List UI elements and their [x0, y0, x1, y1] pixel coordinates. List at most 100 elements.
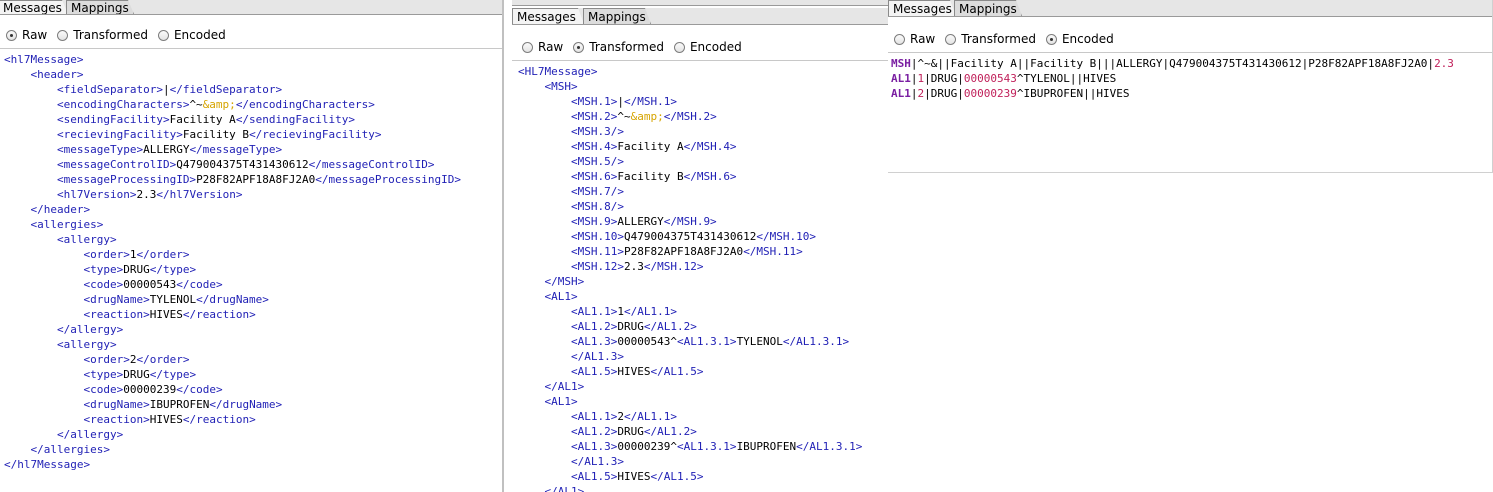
transformed-radio[interactable]: Transformed: [945, 32, 1036, 46]
code-line: </AL1>: [518, 379, 888, 394]
code-text: 00000239: [963, 87, 1017, 100]
xml-tag: </fieldSeparator>: [169, 83, 283, 96]
code-line: <MSH.7/>: [518, 184, 888, 199]
code-line: <drugName>TYLENOL</drugName>: [4, 292, 502, 307]
tab-bar: Messages Mappings: [0, 0, 502, 15]
xml-tag: <messageType>: [56, 143, 144, 156]
code-text: HIVES: [149, 413, 183, 426]
raw-radio[interactable]: Raw: [6, 28, 47, 42]
xml-tag: </code>: [176, 383, 223, 396]
xml-tag: </type>: [149, 263, 197, 276]
code-line: <AL1>: [518, 394, 888, 409]
code-text: IBUPROFEN: [736, 440, 797, 453]
encoded-radio[interactable]: Encoded: [157, 28, 226, 42]
code-text: ALLERGY: [617, 215, 664, 228]
segment-name: AL1: [891, 72, 911, 85]
tab-mappings[interactable]: Mappings: [583, 8, 651, 24]
tab-messages[interactable]: Messages: [0, 0, 68, 14]
xml-tag: </AL1.3.1>: [796, 440, 863, 453]
xml-tag: </MSH.12>: [643, 260, 704, 273]
tab-messages[interactable]: Messages: [512, 8, 584, 24]
code-text: |: [910, 87, 918, 100]
code-line: <messageType>ALLERGY</messageType>: [4, 142, 502, 157]
code-text: 00000543: [123, 278, 177, 291]
code-line: <AL1.5>HIVES</AL1.5>: [518, 469, 888, 484]
code-line: </header>: [4, 202, 502, 217]
encoded-radio[interactable]: Encoded: [1045, 32, 1114, 46]
code-line: <reaction>HIVES</reaction>: [4, 307, 502, 322]
raw-radio[interactable]: Raw: [522, 40, 563, 54]
code-text: HIVES: [617, 365, 651, 378]
message-text-area[interactable]: <HL7Message> <MSH> <MSH.1>|</MSH.1> <MSH…: [512, 60, 888, 492]
transformed-radio[interactable]: Transformed: [573, 40, 664, 54]
code-text: |DRUG|: [924, 72, 964, 85]
transformed-radio[interactable]: Transformed: [57, 28, 148, 42]
code-line: <recievingFacility>Facility B</recieving…: [4, 127, 502, 142]
xml-tag: <HL7Message>: [518, 65, 598, 78]
xml-tag: <MSH.10>: [570, 230, 624, 243]
xml-tag: </AL1.5>: [650, 470, 704, 483]
code-line: <AL1.2>DRUG</AL1.2>: [518, 319, 888, 334]
tab-messages[interactable]: Messages: [888, 0, 956, 16]
xml-tag: <reaction>: [83, 308, 150, 321]
message-text-area[interactable]: <hl7Message> <header> <fieldSeparator>|<…: [0, 48, 502, 492]
xml-tag: </allergy>: [56, 323, 124, 336]
code-text: DRUG: [617, 320, 644, 333]
xml-tag: <messageProcessingID>: [56, 173, 197, 186]
view-mode-radios: Raw Transformed Encoded: [6, 24, 502, 46]
raw-radio[interactable]: Raw: [894, 32, 935, 46]
xml-tag: </allergy>: [56, 428, 124, 441]
tab-mappings[interactable]: Mappings: [66, 0, 134, 14]
xml-tag: <code>: [83, 278, 124, 291]
xml-tag: <allergy>: [56, 233, 117, 246]
xml-tag: <AL1.2>: [570, 320, 618, 333]
xml-tag: <AL1.3.1>: [676, 440, 737, 453]
code-text: |^~&||Facility A||Facility B|||ALLERGY|Q…: [910, 57, 1435, 70]
code-text: 2: [617, 410, 624, 423]
code-line: <order>1</order>: [4, 247, 502, 262]
transformed-message-panel: Messages Mappings Raw Transformed Encode…: [512, 0, 888, 492]
code-line: <order>2</order>: [4, 352, 502, 367]
xml-tag: </header>: [30, 203, 91, 216]
xml-tag: <AL1.5>: [570, 470, 618, 483]
xml-tag: </MSH.11>: [743, 245, 803, 258]
code-line: <AL1.3>00000543^<AL1.3.1>TYLENOL</AL1.3.…: [518, 334, 888, 349]
xml-tag: <order>: [83, 248, 130, 261]
code-text: 2.3: [1434, 57, 1454, 70]
code-text: DRUG: [617, 425, 644, 438]
tab-mappings[interactable]: Mappings: [954, 0, 1022, 16]
panel-divider[interactable]: [502, 0, 504, 492]
code-line: </hl7Message>: [4, 457, 502, 472]
xml-tag: <AL1>: [544, 290, 578, 303]
xml-tag: </messageControlID>: [308, 158, 435, 171]
xml-tag: </MSH.1>: [623, 95, 677, 108]
code-line: <messageProcessingID>P28F82APF18A8FJ2A0<…: [4, 172, 502, 187]
xml-tag: <AL1.1>: [570, 410, 618, 423]
code-line: </allergy>: [4, 322, 502, 337]
radio-icon: [57, 29, 69, 41]
panel-top-strip: [512, 0, 888, 6]
xml-tag: <MSH>: [544, 80, 578, 93]
xml-tag: <AL1>: [544, 395, 578, 408]
xml-tag: <reaction>: [83, 413, 150, 426]
code-text: DRUG: [123, 368, 150, 381]
encoded-radio[interactable]: Encoded: [673, 40, 742, 54]
message-text-area[interactable]: MSH|^~&||Facility A||Facility B|||ALLERG…: [888, 52, 1492, 172]
code-text: Q479004375T431430612: [176, 158, 309, 171]
xml-tag: </AL1.3>: [570, 455, 624, 468]
xml-tag: </AL1.2>: [643, 425, 697, 438]
